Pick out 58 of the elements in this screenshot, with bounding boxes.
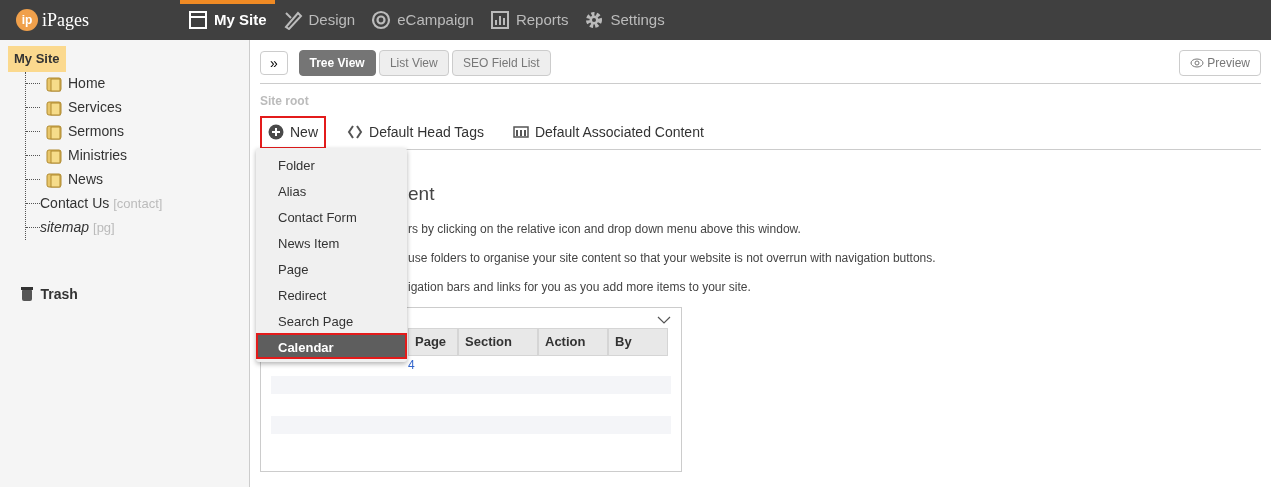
logo-mark: ip [16,9,38,31]
tree-root[interactable]: My Site [8,46,66,72]
paragraph: use folders to organise your site content so that your website is not overrun with navigation buttons. [408,250,937,267]
toolbar-button[interactable]: Default Head Tags [339,115,492,149]
tree-item[interactable]: sitemap [40,217,90,238]
settings-icon [584,10,605,30]
nav-tab[interactable]: Reports [481,0,577,40]
code-icon [347,124,363,140]
tree-item[interactable]: Services [68,97,122,118]
menu-item[interactable]: Calendar [256,333,407,359]
column-header: Action [538,328,608,356]
menu-item[interactable]: Search Page [256,307,407,333]
folder-icon [46,123,62,140]
nav-tab[interactable]: eCampaign [363,0,482,40]
column-header: Page [408,328,458,356]
bar-chart-icon [489,10,510,30]
item-type: [contact] [113,194,163,213]
view-tab[interactable]: SEO Field List [451,50,551,76]
item-type: [pg] [93,218,115,237]
tree-item[interactable]: Contact Us [40,193,110,214]
table-cell-text: 4 [407,356,415,374]
content-heading: ent [408,181,436,206]
view-tab[interactable]: List View [378,50,449,76]
menu-item[interactable]: News Item [256,229,407,255]
trash-item[interactable]: Trash [40,283,78,305]
menu-item[interactable]: Folder [256,151,407,177]
menu-item[interactable]: Page [256,255,407,281]
menu-item[interactable]: Contact Form [256,203,407,229]
logo-text: iPages [42,8,89,32]
folder-icon [46,147,62,164]
menu-item[interactable]: Redirect [256,281,407,307]
chevron-down-icon [657,316,671,324]
column-header: By [608,328,668,356]
pencil-ruler-icon [282,10,303,30]
view-tab[interactable]: Tree View [298,50,376,76]
trash-icon [20,286,34,302]
tree-item[interactable]: Home [68,73,106,94]
tree-item[interactable]: News [68,169,103,190]
at-sign-icon [371,10,392,30]
expand-button[interactable]: » [260,51,288,75]
window-icon [188,10,208,30]
plus-icon [268,124,284,140]
column-header: Section [458,328,538,356]
breadcrumb-text: Site root [260,92,310,110]
folder-icon [46,171,62,188]
menu-item[interactable]: Alias [256,177,407,203]
tree-item[interactable]: Sermons [68,121,125,142]
folder-icon [46,75,62,92]
folder-icon [46,99,62,116]
tree-item[interactable]: Ministries [68,145,128,166]
paragraph: igation bars and links for you as you add more items to your site. [408,279,752,296]
eye-icon [1190,58,1205,68]
nav-tab[interactable]: Design [274,0,364,40]
paragraph: rs by clicking on the relative icon and drop down menu above this window. [408,221,802,238]
preview-button[interactable]: Preview [1179,50,1261,76]
nav-tab[interactable]: Settings [576,0,673,40]
toolbar-button[interactable]: Default Associated Content [504,115,712,149]
columns-icon [512,124,529,140]
